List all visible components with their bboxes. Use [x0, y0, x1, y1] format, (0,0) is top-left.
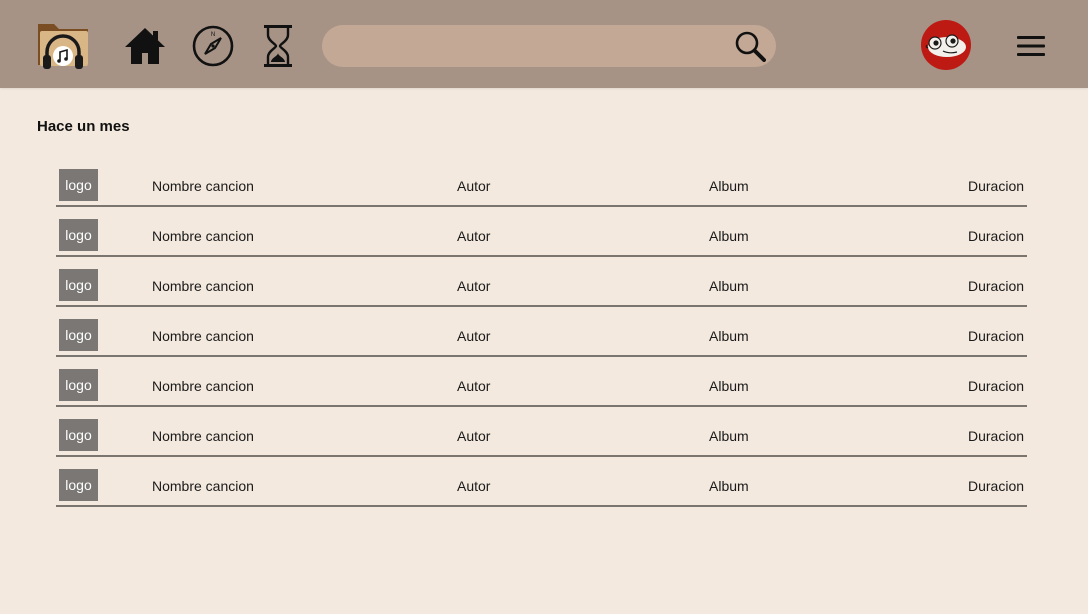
- song-duration: Duracion: [968, 228, 1025, 244]
- song-author: Autor: [457, 228, 491, 244]
- hourglass-icon[interactable]: [256, 24, 300, 68]
- song-duration: Duracion: [968, 328, 1025, 344]
- song-author: Autor: [457, 278, 491, 294]
- song-album: Album: [709, 328, 749, 344]
- search-bar[interactable]: [322, 25, 776, 69]
- song-album: Album: [709, 178, 749, 194]
- home-icon[interactable]: [123, 24, 167, 68]
- song-row[interactable]: logo Nombre cancion Autor Album Duracion: [56, 368, 1036, 418]
- song-album: Album: [709, 228, 749, 244]
- song-duration: Duracion: [968, 478, 1025, 494]
- song-duration: Duracion: [968, 428, 1025, 444]
- song-album: Album: [709, 278, 749, 294]
- section-title: Hace un mes: [37, 118, 130, 135]
- svg-text:N: N: [211, 32, 215, 38]
- compass-icon[interactable]: N: [191, 24, 235, 68]
- song-name: Nombre cancion: [152, 478, 254, 494]
- song-author: Autor: [457, 178, 491, 194]
- hamburger-menu-icon[interactable]: [1016, 34, 1046, 58]
- song-author: Autor: [457, 328, 491, 344]
- song-album: Album: [709, 478, 749, 494]
- song-logo: logo: [59, 319, 98, 351]
- search-icon[interactable]: [734, 30, 766, 62]
- song-row[interactable]: logo Nombre cancion Autor Album Duracion: [56, 268, 1036, 318]
- song-row[interactable]: logo Nombre cancion Autor Album Duracion: [56, 168, 1036, 218]
- song-name: Nombre cancion: [152, 228, 254, 244]
- song-row[interactable]: logo Nombre cancion Autor Album Duracion: [56, 318, 1036, 368]
- song-album: Album: [709, 428, 749, 444]
- song-logo: logo: [59, 219, 98, 251]
- song-logo: logo: [59, 169, 98, 201]
- song-album: Album: [709, 378, 749, 394]
- song-name: Nombre cancion: [152, 328, 254, 344]
- song-name: Nombre cancion: [152, 178, 254, 194]
- song-list: logo Nombre cancion Autor Album Duracion…: [56, 168, 1036, 518]
- avatar[interactable]: [921, 20, 971, 70]
- search-input[interactable]: [340, 25, 734, 69]
- song-logo: logo: [59, 369, 98, 401]
- song-logo: logo: [59, 469, 98, 501]
- song-logo: logo: [59, 269, 98, 301]
- song-duration: Duracion: [968, 378, 1025, 394]
- top-bar: N: [0, 0, 1088, 88]
- song-name: Nombre cancion: [152, 428, 254, 444]
- song-author: Autor: [457, 478, 491, 494]
- song-row[interactable]: logo Nombre cancion Autor Album Duracion: [56, 218, 1036, 268]
- song-author: Autor: [457, 428, 491, 444]
- song-duration: Duracion: [968, 178, 1025, 194]
- song-name: Nombre cancion: [152, 278, 254, 294]
- song-logo: logo: [59, 419, 98, 451]
- song-row[interactable]: logo Nombre cancion Autor Album Duracion: [56, 418, 1036, 468]
- song-name: Nombre cancion: [152, 378, 254, 394]
- song-author: Autor: [457, 378, 491, 394]
- music-folder-logo[interactable]: [36, 18, 90, 72]
- song-row[interactable]: logo Nombre cancion Autor Album Duracion: [56, 468, 1036, 518]
- song-duration: Duracion: [968, 278, 1025, 294]
